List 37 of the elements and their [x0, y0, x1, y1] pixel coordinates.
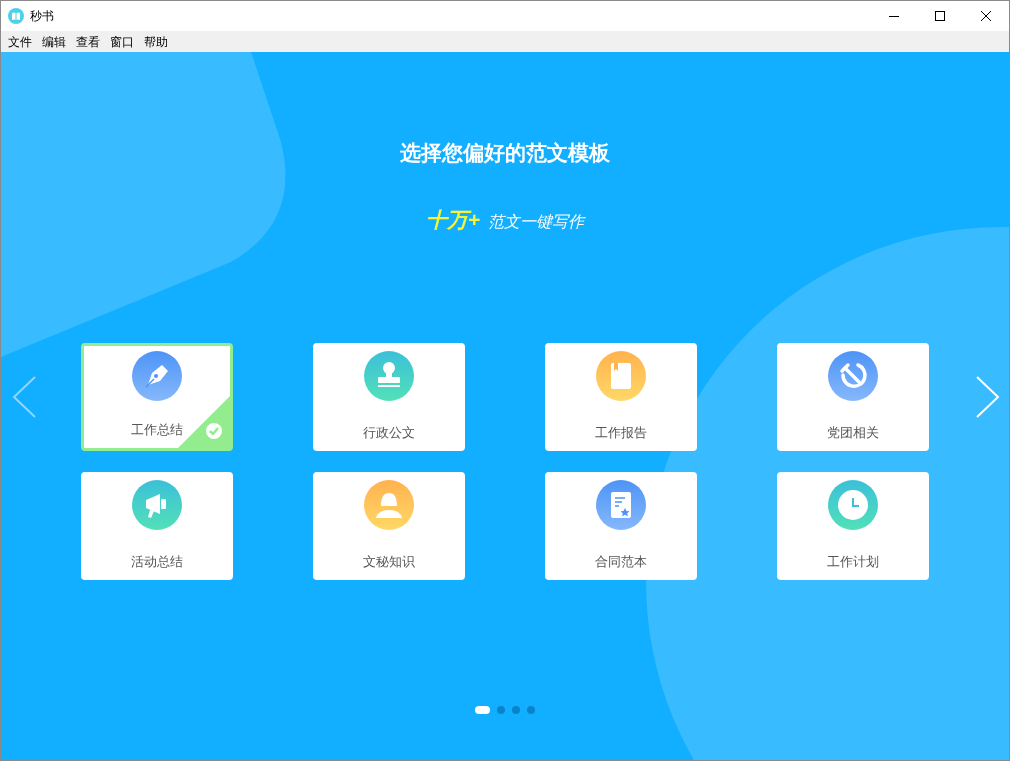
window-title: 秒书: [30, 8, 54, 25]
book-icon: [596, 350, 646, 401]
menu-item[interactable]: 编辑: [37, 32, 71, 51]
emblem-icon: [828, 350, 878, 401]
document-icon: [596, 479, 646, 530]
slogan-text: 范文一键写作: [488, 212, 585, 232]
card-label: 工作总结: [131, 420, 183, 439]
slogan-highlight: 十万+: [425, 207, 481, 233]
card-label: 文秘知识: [363, 552, 415, 571]
menu-item[interactable]: 查看: [71, 32, 105, 51]
template-card[interactable]: 行政公文: [313, 342, 465, 451]
template-card[interactable]: 文秘知识: [313, 471, 465, 580]
stamp-icon: [364, 350, 414, 401]
menu-item[interactable]: 窗口: [105, 32, 139, 51]
person-icon: [364, 479, 414, 530]
app-logo-icon: [8, 8, 24, 24]
page-heading: 选择您偏好的范文模板: [400, 140, 610, 166]
template-card[interactable]: 党团相关: [777, 342, 929, 451]
menu-item[interactable]: 文件: [3, 32, 37, 51]
card-label: 行政公文: [363, 423, 415, 442]
maximize-icon: [935, 11, 945, 21]
menu-item[interactable]: 帮助: [139, 32, 173, 51]
card-label: 工作报告: [595, 423, 647, 442]
template-card[interactable]: 合同范本: [545, 471, 697, 580]
template-card[interactable]: 工作总结: [81, 342, 233, 451]
template-card[interactable]: 活动总结: [81, 471, 233, 580]
card-label: 活动总结: [131, 552, 183, 571]
template-card[interactable]: 工作计划: [777, 471, 929, 580]
card-label: 党团相关: [827, 423, 879, 442]
template-card[interactable]: 工作报告: [545, 342, 697, 451]
close-icon: [981, 11, 991, 21]
minimize-icon: [889, 15, 899, 17]
megaphone-icon: [132, 479, 182, 530]
clock-icon: [828, 479, 878, 530]
pen-icon: [132, 350, 182, 401]
card-label: 合同范本: [595, 552, 647, 571]
card-label: 工作计划: [827, 552, 879, 571]
